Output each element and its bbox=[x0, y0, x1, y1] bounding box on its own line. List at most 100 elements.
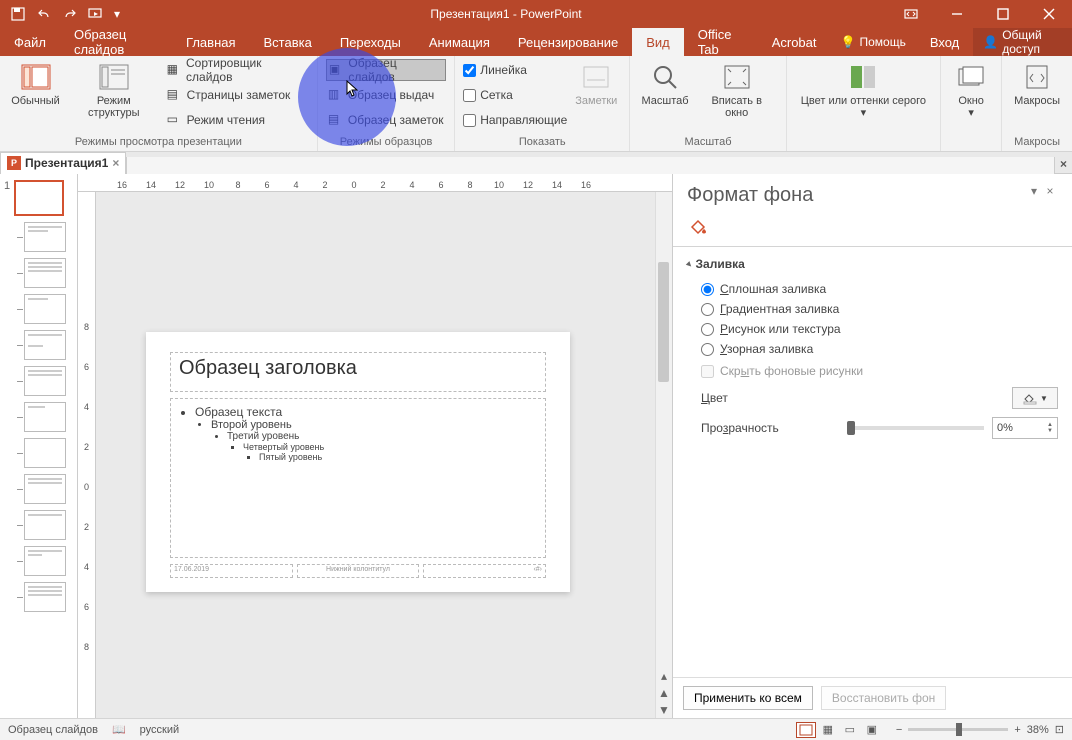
tab-office-tab[interactable]: Office Tab bbox=[684, 28, 758, 56]
scroll-close-button[interactable]: × bbox=[1054, 157, 1072, 174]
zoom-out-button[interactable]: − bbox=[896, 724, 902, 736]
layout-thumbnail[interactable] bbox=[24, 222, 66, 252]
layout-thumbnail[interactable] bbox=[24, 510, 66, 540]
layout-thumbnail[interactable] bbox=[24, 402, 66, 432]
reading-icon: ▭ bbox=[167, 112, 183, 128]
macros-icon bbox=[1021, 61, 1053, 93]
reading-view-status-button[interactable]: ▭ bbox=[840, 722, 860, 738]
normal-view-button[interactable]: Обычный bbox=[8, 59, 63, 109]
window-button[interactable]: Окно▾ bbox=[949, 59, 993, 121]
fill-bucket-icon[interactable] bbox=[687, 215, 709, 237]
layout-thumbnail[interactable] bbox=[24, 546, 66, 576]
layout-thumbnail[interactable] bbox=[24, 258, 66, 288]
tab-animation[interactable]: Анимация bbox=[415, 28, 504, 56]
pane-options-icon[interactable]: ▾ bbox=[1026, 184, 1042, 200]
layout-thumbnail[interactable] bbox=[24, 330, 66, 360]
group-label-views: Режимы просмотра презентации bbox=[8, 135, 309, 151]
ruler-checkbox[interactable]: Линейка bbox=[463, 59, 567, 81]
master-thumbnail[interactable] bbox=[14, 180, 64, 216]
close-tab-icon[interactable]: × bbox=[112, 156, 119, 170]
qat-redo[interactable] bbox=[58, 3, 82, 25]
fit-icon bbox=[721, 61, 753, 93]
macros-button[interactable]: Макросы bbox=[1010, 59, 1064, 109]
date-placeholder[interactable]: 17.06.2019 bbox=[170, 564, 293, 578]
guides-checkbox[interactable]: Направляющие bbox=[463, 109, 567, 131]
tab-home[interactable]: Главная bbox=[172, 28, 249, 56]
notes-page-icon: ▤ bbox=[167, 87, 183, 103]
slide-master-preview[interactable]: Образец заголовка Образец текста Второй … bbox=[146, 332, 570, 592]
fit-to-window-status-button[interactable]: ⊡ bbox=[1055, 723, 1064, 736]
zoom-slider[interactable] bbox=[908, 728, 1008, 731]
group-label-macros: Макросы bbox=[1010, 135, 1064, 151]
outline-view-button[interactable]: Режим структуры bbox=[67, 59, 161, 121]
notes-master-icon: ▤ bbox=[328, 112, 344, 128]
gridlines-checkbox[interactable]: Сетка bbox=[463, 84, 567, 106]
slidenum-placeholder[interactable]: ‹#› bbox=[423, 564, 546, 578]
format-background-pane: Формат фона ▾ × Заливка Сплошная заливка… bbox=[672, 174, 1072, 718]
vertical-scrollbar[interactable]: ▴ ▲ ▼ bbox=[655, 192, 672, 718]
slideshow-status-button[interactable]: ▣ bbox=[862, 722, 882, 738]
status-language[interactable]: русский bbox=[140, 724, 179, 736]
layout-thumbnail[interactable] bbox=[24, 294, 66, 324]
reading-view-button[interactable]: ▭Режим чтения bbox=[165, 109, 309, 131]
tab-acrobat[interactable]: Acrobat bbox=[758, 28, 831, 56]
layout-thumbnail[interactable] bbox=[24, 438, 66, 468]
pattern-fill-radio[interactable]: Узорная заливка bbox=[687, 339, 1058, 359]
qat-undo[interactable] bbox=[32, 3, 56, 25]
notes-button[interactable]: Заметки bbox=[571, 59, 621, 109]
slide-master-icon: ▣ bbox=[329, 62, 344, 78]
notes-page-button[interactable]: ▤Страницы заметок bbox=[165, 84, 309, 106]
slide-canvas[interactable]: Образец заголовка Образец текста Второй … bbox=[96, 192, 655, 718]
tab-transitions[interactable]: Переходы bbox=[326, 28, 415, 56]
normal-view-status-button[interactable] bbox=[796, 722, 816, 738]
layout-thumbnail[interactable] bbox=[24, 474, 66, 504]
zoom-level[interactable]: 38% bbox=[1027, 724, 1049, 736]
zoom-in-button[interactable]: + bbox=[1014, 724, 1020, 736]
minimize-button[interactable] bbox=[934, 0, 980, 28]
share-icon: 👤 bbox=[983, 35, 998, 49]
title-placeholder[interactable]: Образец заголовка bbox=[170, 352, 546, 392]
pane-close-icon[interactable]: × bbox=[1042, 184, 1058, 200]
tab-view[interactable]: Вид bbox=[632, 28, 684, 56]
help-button[interactable]: 💡Помощь bbox=[831, 28, 916, 56]
slide-sorter-button[interactable]: ▦Сортировщик слайдов bbox=[165, 59, 309, 81]
solid-fill-radio[interactable]: Сплошная заливка bbox=[687, 279, 1058, 299]
fill-section-header[interactable]: Заливка bbox=[687, 257, 1058, 271]
transparency-spinner[interactable]: 0% ▲▼ bbox=[992, 417, 1058, 439]
spellcheck-icon[interactable]: 📖 bbox=[112, 723, 126, 736]
slide-master-button[interactable]: ▣Образец слайдов bbox=[326, 59, 446, 81]
share-button[interactable]: 👤Общий доступ bbox=[973, 28, 1072, 56]
tab-insert[interactable]: Вставка bbox=[250, 28, 326, 56]
apply-to-all-button[interactable]: Применить ко всем bbox=[683, 686, 813, 710]
footer-placeholder[interactable]: Нижний колонтитул bbox=[297, 564, 420, 578]
document-tab[interactable]: P Презентация1 × bbox=[0, 152, 126, 174]
sorter-view-status-button[interactable]: ▦ bbox=[818, 722, 838, 738]
transparency-slider[interactable] bbox=[847, 426, 985, 430]
tab-review[interactable]: Рецензирование bbox=[504, 28, 632, 56]
ribbon-options-icon[interactable] bbox=[888, 0, 934, 28]
maximize-button[interactable] bbox=[980, 0, 1026, 28]
notes-master-button[interactable]: ▤Образец заметок bbox=[326, 109, 446, 131]
horizontal-scrollbar[interactable] bbox=[126, 157, 1054, 174]
color-grayscale-button[interactable]: Цвет или оттенки серого ▾ bbox=[795, 59, 932, 121]
picture-fill-radio[interactable]: Рисунок или текстура bbox=[687, 319, 1058, 339]
zoom-button[interactable]: Масштаб bbox=[638, 59, 691, 109]
tab-file[interactable]: Файл bbox=[0, 28, 60, 56]
qat-customize[interactable]: ▾ bbox=[110, 3, 124, 25]
color-picker-button[interactable]: ▼ bbox=[1012, 387, 1058, 409]
qat-save[interactable] bbox=[6, 3, 30, 25]
login-button[interactable]: Вход bbox=[916, 28, 973, 56]
qat-present[interactable] bbox=[84, 3, 108, 25]
tab-slide-master[interactable]: Образец слайдов bbox=[60, 28, 172, 56]
reset-background-button: Восстановить фон bbox=[821, 686, 946, 710]
normal-view-icon bbox=[20, 61, 52, 93]
color-icon bbox=[847, 61, 879, 93]
slide-thumbnails-panel: 1 bbox=[0, 174, 78, 718]
gradient-fill-radio[interactable]: Градиентная заливка bbox=[687, 299, 1058, 319]
handout-master-button[interactable]: ▥Образец выдач bbox=[326, 84, 446, 106]
body-placeholder[interactable]: Образец текста Второй уровень Третий уро… bbox=[170, 398, 546, 558]
layout-thumbnail[interactable] bbox=[24, 366, 66, 396]
fit-window-button[interactable]: Вписать в окно bbox=[696, 59, 778, 121]
layout-thumbnail[interactable] bbox=[24, 582, 66, 612]
close-button[interactable] bbox=[1026, 0, 1072, 28]
